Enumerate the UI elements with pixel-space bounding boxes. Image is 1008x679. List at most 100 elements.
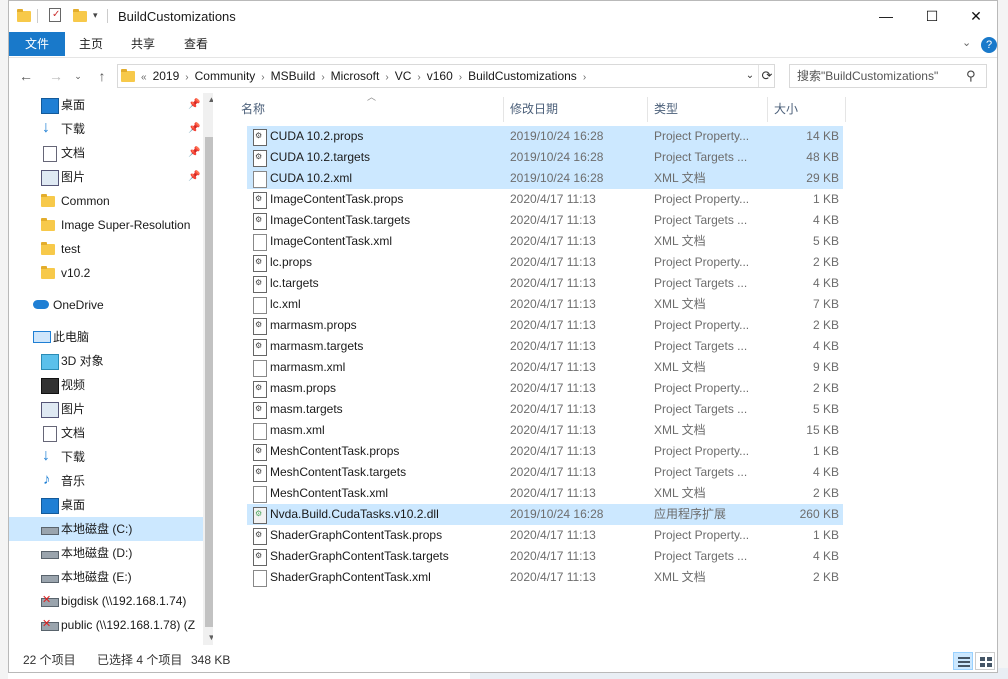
nav-item-quick-access[interactable]: 文档 📌	[9, 141, 203, 165]
column-divider[interactable]	[503, 97, 504, 122]
expand-ribbon-icon[interactable]: ⌄	[962, 36, 971, 49]
up-button[interactable]: ↑	[91, 66, 113, 86]
file-row[interactable]: masm.targets 2020/4/17 11:13 Project Targe…	[247, 399, 843, 420]
file-row[interactable]: MeshContentTask.xml 2020/4/17 11:13 XML 文档…	[247, 483, 843, 504]
breadcrumb-item[interactable]: MSBuild	[268, 65, 319, 87]
nav-item-quick-access[interactable]: Common	[9, 189, 203, 213]
file-row[interactable]: masm.props 2020/4/17 11:13 Project Propert…	[247, 378, 843, 399]
help-icon[interactable]: ?	[981, 37, 997, 53]
breadcrumb-separator-icon[interactable]: ›	[580, 67, 589, 89]
background-window-left	[0, 0, 8, 679]
breadcrumb-overflow[interactable]: «	[138, 67, 150, 89]
file-row[interactable]: marmasm.xml 2020/4/17 11:13 XML 文档 9 KB	[247, 357, 843, 378]
file-type: Project Property...	[654, 318, 750, 332]
file-row[interactable]: ShaderGraphContentTask.xml 2020/4/17 11:1…	[247, 567, 843, 588]
scroll-up-icon[interactable]: ▲	[203, 95, 213, 104]
breadcrumb-item[interactable]: v160	[424, 65, 456, 87]
project-file-icon	[253, 402, 267, 419]
nav-scrollbar-thumb[interactable]	[205, 137, 213, 627]
nav-item-this-pc-child[interactable]: 本地磁盘 (E:)	[9, 565, 203, 589]
nav-item-quick-access[interactable]: 桌面 📌	[9, 93, 203, 117]
breadcrumb-item[interactable]: Microsoft	[328, 65, 383, 87]
search-input[interactable]: 搜索"BuildCustomizations" ⚲	[789, 64, 987, 88]
address-dropdown-icon[interactable]: ⌄	[742, 65, 758, 87]
nav-scrollbar[interactable]: ▲ ▼	[203, 93, 213, 645]
file-row[interactable]: ImageContentTask.targets 2020/4/17 11:13 P…	[247, 210, 843, 231]
breadcrumb-separator-icon[interactable]: ›	[414, 67, 423, 89]
file-row[interactable]: lc.props 2020/4/17 11:13 Project Property.…	[247, 252, 843, 273]
nav-item-this-pc-child[interactable]: 本地磁盘 (C:)	[9, 517, 203, 541]
nav-item-this-pc-child[interactable]: 文档	[9, 421, 203, 445]
desktop-icon	[41, 98, 59, 114]
nav-item-this-pc-child[interactable]: ↓ 下载	[9, 445, 203, 469]
file-row[interactable]: CUDA 10.2.targets 2019/10/24 16:28 Project…	[247, 147, 843, 168]
nav-item-label: 图片	[61, 402, 86, 416]
file-row[interactable]: masm.xml 2020/4/17 11:13 XML 文档 15 KB	[247, 420, 843, 441]
large-icons-view-button[interactable]	[975, 652, 995, 670]
nav-item-this-pc-child[interactable]: ♪ 音乐	[9, 469, 203, 493]
nav-item-this-pc-child[interactable]: 3D 对象	[9, 349, 203, 373]
nav-item-this-pc-child[interactable]: 本地磁盘 (D:)	[9, 541, 203, 565]
file-row[interactable]: ImageContentTask.props 2020/4/17 11:13 Pro…	[247, 189, 843, 210]
file-row[interactable]: MeshContentTask.props 2020/4/17 11:13 Proj…	[247, 441, 843, 462]
minimize-button[interactable]: —	[863, 1, 909, 32]
search-icon[interactable]: ⚲	[966, 65, 976, 87]
file-row[interactable]: CUDA 10.2.props 2019/10/24 16:28 Project P…	[247, 126, 843, 147]
nav-item-quick-access[interactable]: ↓ 下载 📌	[9, 117, 203, 141]
new-folder-icon[interactable]	[73, 8, 87, 22]
forward-button[interactable]: →	[45, 66, 67, 86]
breadcrumb-separator-icon[interactable]: ›	[456, 67, 465, 89]
properties-icon[interactable]: ✓	[49, 8, 61, 22]
file-row[interactable]: Nvda.Build.CudaTasks.v10.2.dll 2019/10/24…	[247, 504, 843, 525]
breadcrumb-item[interactable]: VC	[392, 65, 415, 87]
column-header-date[interactable]: 修改日期	[510, 97, 558, 122]
tab-home[interactable]: 主页	[79, 32, 103, 56]
breadcrumb-item[interactable]: Community	[192, 65, 259, 87]
breadcrumb-item[interactable]: 2019	[150, 65, 183, 87]
file-row[interactable]: lc.xml 2020/4/17 11:13 XML 文档 7 KB	[247, 294, 843, 315]
maximize-button[interactable]: ☐	[909, 1, 955, 32]
recent-locations-icon[interactable]: ⌄	[67, 66, 89, 86]
breadcrumb-separator-icon[interactable]: ›	[382, 67, 391, 89]
nav-item-this-pc-child[interactable]: 图片	[9, 397, 203, 421]
nav-item-quick-access[interactable]: 图片 📌	[9, 165, 203, 189]
column-divider[interactable]	[845, 97, 846, 122]
nav-item-quick-access[interactable]: Image Super-Resolution	[9, 213, 203, 237]
column-header-name[interactable]: 名称	[241, 97, 265, 122]
file-row[interactable]: ImageContentTask.xml 2020/4/17 11:13 XML 文…	[247, 231, 843, 252]
nav-item-this-pc-child[interactable]: ✕ bigdisk (\\192.168.1.74)	[9, 589, 203, 613]
nav-item-onedrive[interactable]: OneDrive	[9, 293, 203, 317]
column-header-type[interactable]: 类型	[654, 97, 678, 122]
file-row[interactable]: lc.targets 2020/4/17 11:13 Project Targets…	[247, 273, 843, 294]
breadcrumb-item[interactable]: BuildCustomizations	[465, 65, 580, 87]
file-row[interactable]: ShaderGraphContentTask.targets 2020/4/17 …	[247, 546, 843, 567]
breadcrumb-separator-icon[interactable]: ›	[258, 67, 267, 89]
column-divider[interactable]	[647, 97, 648, 122]
back-button[interactable]: ←	[15, 66, 37, 86]
nav-item-quick-access[interactable]: test	[9, 237, 203, 261]
nav-item-this-pc-child[interactable]: 桌面	[9, 493, 203, 517]
column-divider[interactable]	[767, 97, 768, 122]
nav-item-this-pc-child[interactable]: 视频	[9, 373, 203, 397]
file-row[interactable]: MeshContentTask.targets 2020/4/17 11:13 Pr…	[247, 462, 843, 483]
file-row[interactable]: marmasm.props 2020/4/17 11:13 Project Prop…	[247, 315, 843, 336]
file-size: 1 KB	[812, 528, 839, 542]
details-view-button[interactable]	[953, 652, 973, 670]
refresh-button[interactable]: ⟳	[758, 65, 775, 87]
breadcrumb-separator-icon[interactable]: ›	[182, 67, 191, 89]
file-row[interactable]: ShaderGraphContentTask.props 2020/4/17 11…	[247, 525, 843, 546]
nav-item-this-pc[interactable]: 此电脑	[9, 325, 203, 349]
customize-toolbar-icon[interactable]: ▾	[93, 10, 98, 21]
column-header-size[interactable]: 大小	[774, 97, 798, 122]
nav-item-quick-access[interactable]: v10.2	[9, 261, 203, 285]
scroll-down-icon[interactable]: ▼	[203, 633, 213, 642]
file-row[interactable]: marmasm.targets 2020/4/17 11:13 Project Ta…	[247, 336, 843, 357]
file-row[interactable]: CUDA 10.2.xml 2019/10/24 16:28 XML 文档 29 KB	[247, 168, 843, 189]
close-button[interactable]: ✕	[953, 1, 997, 32]
address-bar[interactable]: «2019 › Community › MSBuild › Microsoft › VC › v16…	[117, 64, 775, 88]
breadcrumb-separator-icon[interactable]: ›	[318, 67, 327, 89]
tab-share[interactable]: 共享	[131, 32, 155, 56]
tab-view[interactable]: 查看	[184, 32, 208, 56]
tab-file[interactable]: 文件	[9, 32, 65, 56]
nav-item-this-pc-child[interactable]: ✕ public (\\192.168.1.78) (Z	[9, 613, 203, 637]
